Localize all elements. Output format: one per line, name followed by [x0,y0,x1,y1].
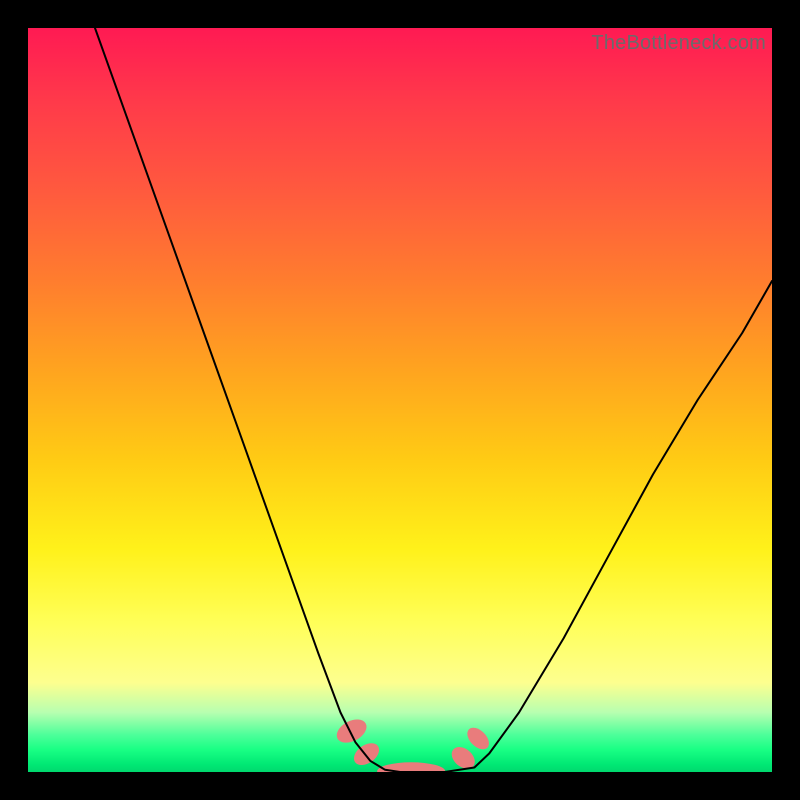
curve-right [400,281,772,772]
chart-svg [28,28,772,772]
chart-plot-area [28,28,772,772]
watermark-text: TheBottleneck.com [591,32,766,55]
curve-left [95,28,400,772]
chart-frame: TheBottleneck.com [0,0,800,800]
